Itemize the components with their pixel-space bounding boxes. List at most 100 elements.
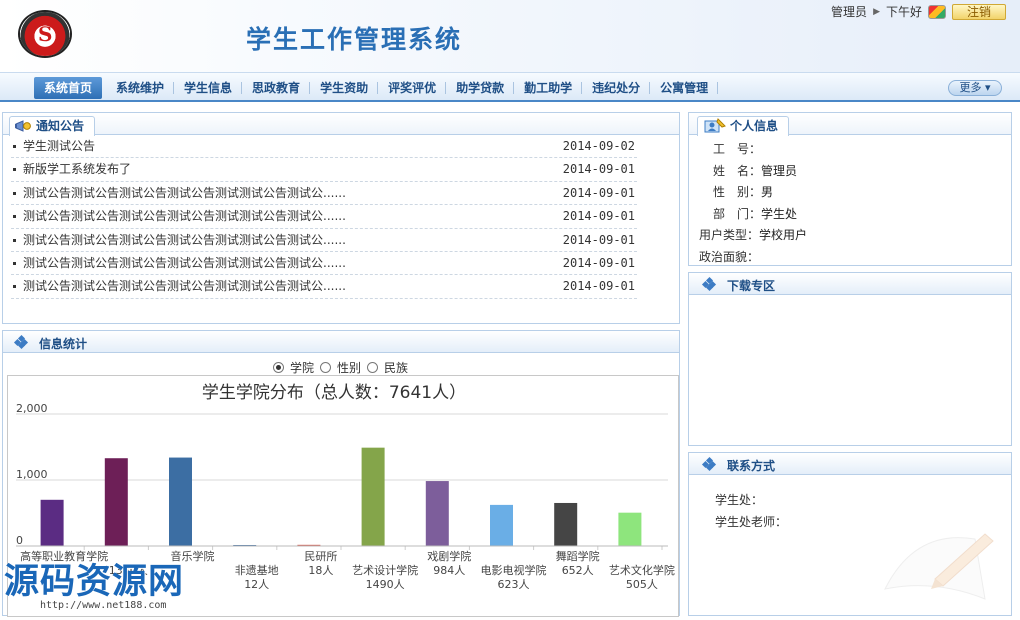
pencil-paper-icon — [884, 533, 994, 600]
notice-title: 测试公告测试公告测试公告测试公告测试测试公告测试公...... — [23, 255, 346, 270]
x-tick-label: 非遗基地 — [235, 563, 279, 577]
data-label: 12人 — [244, 578, 269, 591]
main-nav: 系统首页 系统维护 学生信息 思政教育 学生资助 评奖评优 助学贷款 勤工助学 违纪处分 公寓管理… — [0, 72, 1020, 102]
bar-9 — [618, 512, 642, 546]
notice-title: 测试公告测试公告测试公告测试公告测试测试公告测试公...... — [23, 232, 346, 247]
contact-panel: 联系方式 学生处： 学生处老师： — [688, 452, 1012, 616]
greeting-text: 下午好 — [885, 5, 922, 19]
bar-5 — [361, 447, 385, 546]
theme-palette-icon[interactable] — [928, 4, 946, 19]
school-logo: S — [20, 12, 70, 56]
data-label: 652人 — [562, 564, 594, 577]
nav-item-7[interactable]: 勤工助学 — [514, 77, 583, 99]
x-tick-label: 艺术设计学院 — [352, 563, 418, 577]
triangle-right-icon: ▶ — [873, 6, 880, 17]
x-tick-label: 艺术文化学院 — [609, 563, 675, 577]
data-label: 623人 — [498, 578, 530, 591]
nav-item-3[interactable]: 思政教育 — [242, 77, 311, 99]
nav-item-2[interactable]: 学生信息 — [174, 77, 243, 99]
notice-date: 2014-09-01 — [562, 255, 635, 270]
notice-item[interactable]: 测试公告测试公告测试公告测试公告测试测试公告测试公...... 2014-09-0… — [11, 182, 637, 206]
y-tick-label: 1,000 — [16, 468, 48, 481]
x-tick-label: 戏剧学院 — [427, 549, 471, 563]
notice-item[interactable]: 新版学工系统发布了 2014-09-01 — [11, 158, 637, 182]
download-panel: 下载专区 — [688, 272, 1012, 446]
data-label: 984人 — [433, 564, 465, 577]
downloads-title: 下载专区 — [727, 279, 776, 293]
profile-row: 部 门： 学生处 — [699, 204, 1011, 226]
tab-notices[interactable]: 通知公告 — [9, 116, 96, 136]
user-name: 管理员 — [831, 5, 868, 19]
notice-list: 学生测试公告 2014-09-02 新版学工系统发布了 2014-09-01 测试公告测… — [3, 135, 679, 299]
logout-button[interactable]: 注销 — [952, 3, 1006, 20]
notice-date: 2014-09-01 — [562, 209, 635, 224]
notice-title: 测试公告测试公告测试公告测试公告测试测试公告测试公...... — [23, 185, 346, 200]
header: S 学生工作管理系统 管理员 ▶ 下午好 注销 — [0, 0, 1020, 72]
profile-label: 政治面貌： — [699, 249, 760, 264]
diamond-icon — [701, 276, 717, 292]
profile-value: 男 — [761, 185, 774, 199]
notice-title: 新版学工系统发布了 — [23, 162, 132, 177]
diamond-icon — [13, 334, 29, 350]
notice-date: 2014-09-01 — [562, 162, 635, 177]
nav-item-5[interactable]: 评奖评优 — [378, 77, 447, 99]
notice-date: 2014-09-01 — [562, 279, 635, 294]
diamond-icon — [701, 456, 717, 472]
bar-1 — [104, 458, 128, 546]
notice-panel: 通知公告 学生测试公告 2014-09-02 新版学工系统发布了 2014-09-01… — [2, 112, 680, 324]
contact-office-label: 学生处： — [715, 493, 764, 507]
x-tick-label: 民研所 — [304, 550, 337, 563]
contact-title: 联系方式 — [727, 459, 776, 473]
nav-item-1[interactable]: 系统维护 — [106, 77, 175, 99]
tab-profile[interactable]: 个人信息 — [697, 116, 790, 136]
chart-title: 学生学院分布（总人数：7641人） — [202, 383, 466, 403]
nav-item-6[interactable]: 助学贷款 — [446, 77, 515, 99]
profile-row: 用户类型： 学校用户 — [699, 225, 1011, 247]
profile-label: 工 号： — [713, 142, 762, 156]
x-tick-label: 电影电视学院 — [481, 563, 547, 577]
x-tick-label: 舞蹈学院 — [556, 549, 600, 563]
radio-ethnicity[interactable] — [367, 362, 379, 373]
radio-college[interactable] — [273, 362, 284, 373]
notice-item[interactable]: 测试公告测试公告测试公告测试公告测试测试公告测试公...... 2014-09-0… — [11, 205, 637, 229]
notice-item[interactable]: 测试公告测试公告测试公告测试公告测试测试公告测试公...... 2014-09-0… — [11, 275, 637, 299]
bar-8 — [554, 502, 578, 546]
data-label: 1490人 — [366, 578, 405, 591]
notice-date: 2014-09-01 — [562, 185, 635, 200]
nav-item-8[interactable]: 违纪处分 — [582, 77, 651, 99]
radio-gender[interactable] — [320, 362, 332, 373]
notice-date: 2014-09-02 — [562, 139, 635, 153]
bar-6 — [425, 481, 449, 546]
profile-label: 姓 名： — [713, 163, 762, 178]
profile-row: 政治面貌： — [699, 247, 1011, 269]
profile-label: 部 门： — [713, 206, 762, 221]
nav-item-0[interactable]: 系统首页 — [34, 77, 103, 99]
bar-7 — [490, 504, 513, 546]
profile-value: 学生处 — [761, 206, 798, 221]
notice-title: 测试公告测试公告测试公告测试公告测试测试公告测试公...... — [23, 209, 346, 224]
profile-value: 管理员 — [761, 163, 798, 178]
profile-label: 用户类型： — [699, 228, 760, 242]
profile-row: 性 别：男 — [699, 182, 1011, 204]
stats-title: 信息统计 — [39, 337, 88, 351]
more-menu-button[interactable]: 更多 ▾ — [948, 80, 1002, 96]
nav-item-9[interactable]: 公寓管理 — [650, 77, 719, 99]
data-label: 18人 — [308, 564, 333, 577]
bar-0 — [40, 499, 64, 546]
profile-label: 性 别： — [713, 185, 762, 199]
notice-item[interactable]: 测试公告测试公告测试公告测试公告测试测试公告测试公...... 2014-09-0… — [11, 252, 637, 276]
profile-row: 工 号： — [699, 139, 1011, 161]
y-tick-label: 2,000 — [16, 402, 48, 415]
profile-row: 姓 名： 管理员 — [699, 161, 1011, 183]
notice-title: 学生测试公告 — [23, 139, 96, 153]
notice-item[interactable]: 测试公告测试公告测试公告测试公告测试测试公告测试公...... 2014-09-0… — [11, 229, 637, 252]
user-box: 管理员 ▶ 下午好 注销 — [831, 3, 1006, 20]
site-watermark: 源码资源网 http://www.net188.com — [4, 562, 185, 611]
bar-2 — [169, 457, 192, 546]
nav-item-4[interactable]: 学生资助 — [310, 77, 379, 99]
notice-title: 测试公告测试公告测试公告测试公告测试测试公告测试公...... — [23, 279, 346, 294]
stats-radio-group: 学院 性别 民族 — [273, 359, 408, 376]
notice-item[interactable]: 学生测试公告 2014-09-02 — [11, 135, 637, 159]
notice-date: 2014-09-01 — [562, 232, 635, 247]
megaphone-icon — [15, 120, 31, 132]
